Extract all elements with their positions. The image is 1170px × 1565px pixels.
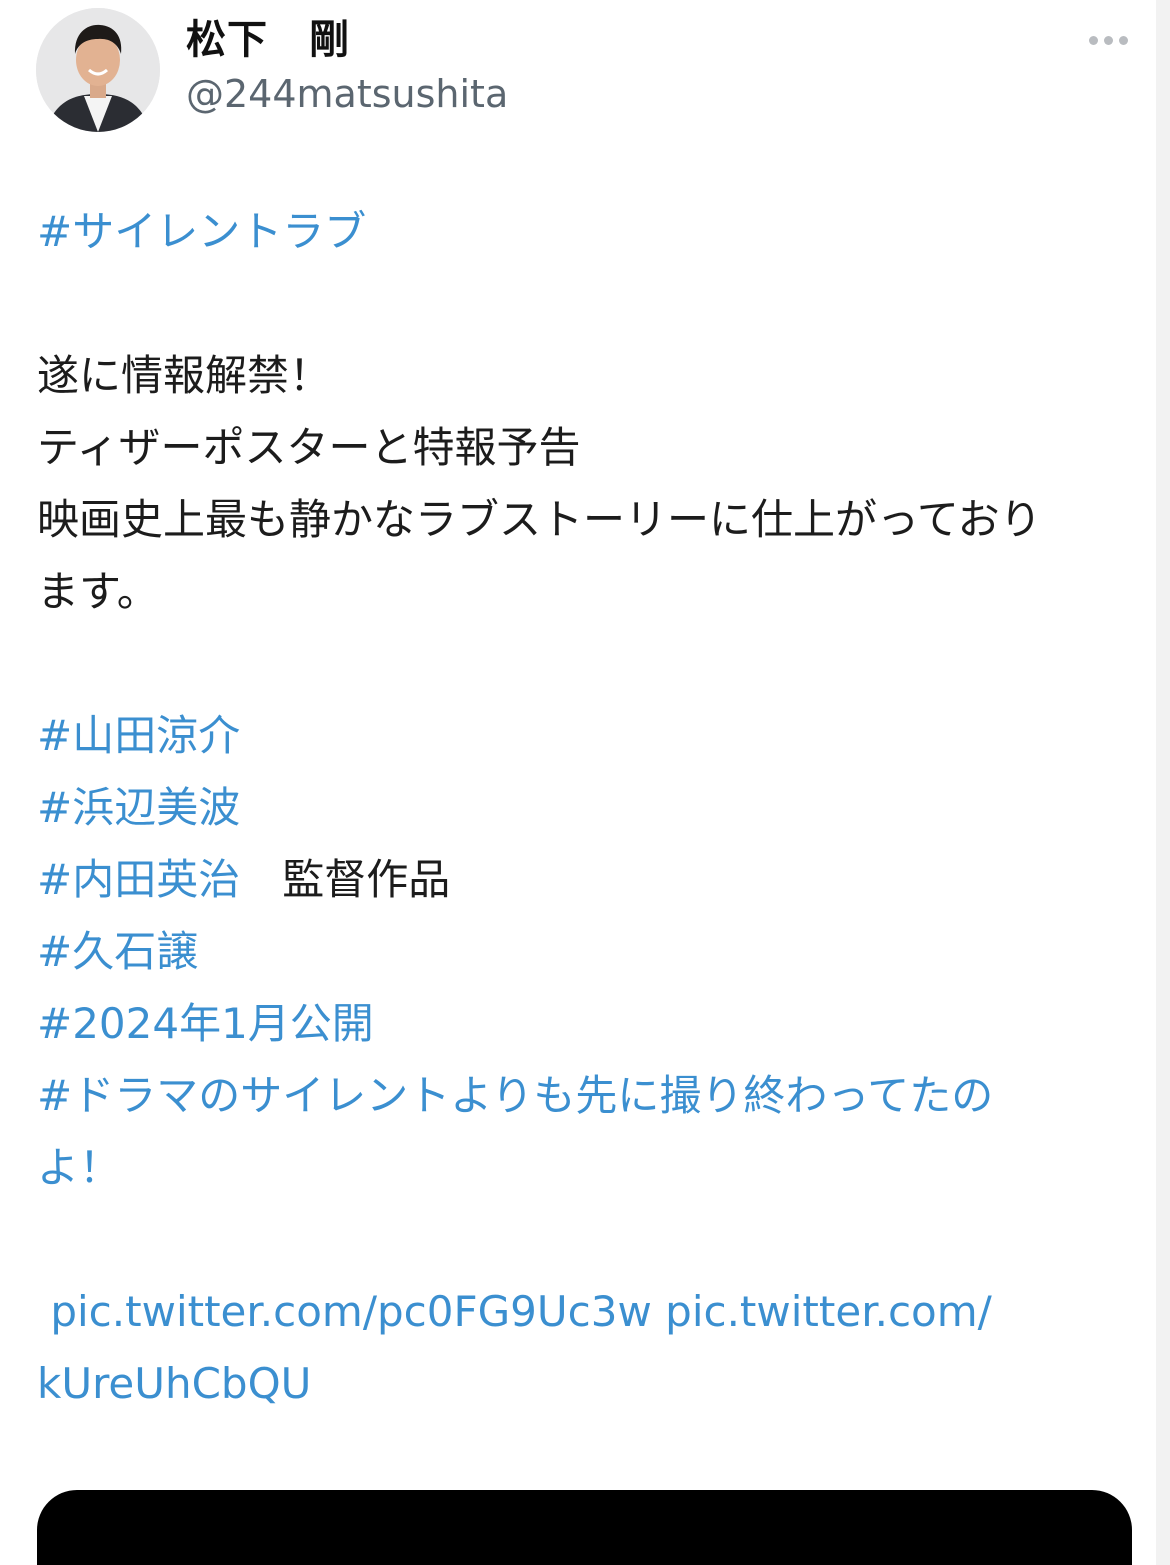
- media-preview[interactable]: [37, 1490, 1132, 1565]
- hashtag-link-continued[interactable]: よ！: [37, 1143, 121, 1192]
- hashtag-link[interactable]: #2024年1月公開: [37, 999, 374, 1048]
- more-dot: [1104, 36, 1113, 45]
- more-dot: [1089, 36, 1098, 45]
- tweet-line: 遂に情報解禁！: [37, 351, 332, 400]
- tweet-page: 松下 剛 @244matsushita #サイレントラブ 遂に情報解禁！ ティザ…: [0, 0, 1170, 1565]
- scrollbar[interactable]: [1156, 0, 1170, 1565]
- more-options-icon[interactable]: [1089, 36, 1128, 45]
- hashtag-link[interactable]: #山田涼介: [37, 711, 240, 760]
- more-dot: [1119, 36, 1128, 45]
- tweet-line: ます。: [37, 567, 159, 616]
- hashtag-link[interactable]: #浜辺美波: [37, 783, 240, 832]
- hashtag-link[interactable]: #久石譲: [37, 927, 198, 976]
- display-name[interactable]: 松下 剛: [186, 18, 350, 62]
- tweet-text: #サイレントラブ 遂に情報解禁！ ティザーポスターと特報予告 映画史上最も静かな…: [37, 196, 1127, 1420]
- avatar[interactable]: [36, 8, 160, 132]
- hashtag-link[interactable]: #ドラマのサイレントよりも先に撮り終わってたの: [37, 1071, 993, 1120]
- hashtag-link[interactable]: #内田英治: [37, 855, 240, 904]
- avatar-image: [36, 8, 160, 132]
- media-link[interactable]: kUreUhCbQU: [37, 1359, 311, 1408]
- director-label: 監督作品: [240, 855, 451, 904]
- tweet-line: 映画史上最も静かなラブストーリーに仕上がっており: [37, 495, 1042, 544]
- user-handle[interactable]: @244matsushita: [186, 73, 508, 116]
- tweet-header: 松下 剛 @244matsushita: [36, 8, 1136, 133]
- media-link[interactable]: pic.twitter.com/pc0FG9Uc3w pic.twitter.c…: [37, 1287, 991, 1336]
- tweet-line: ティザーポスターと特報予告: [37, 423, 581, 472]
- hashtag-silent-love[interactable]: #サイレントラブ: [37, 207, 366, 256]
